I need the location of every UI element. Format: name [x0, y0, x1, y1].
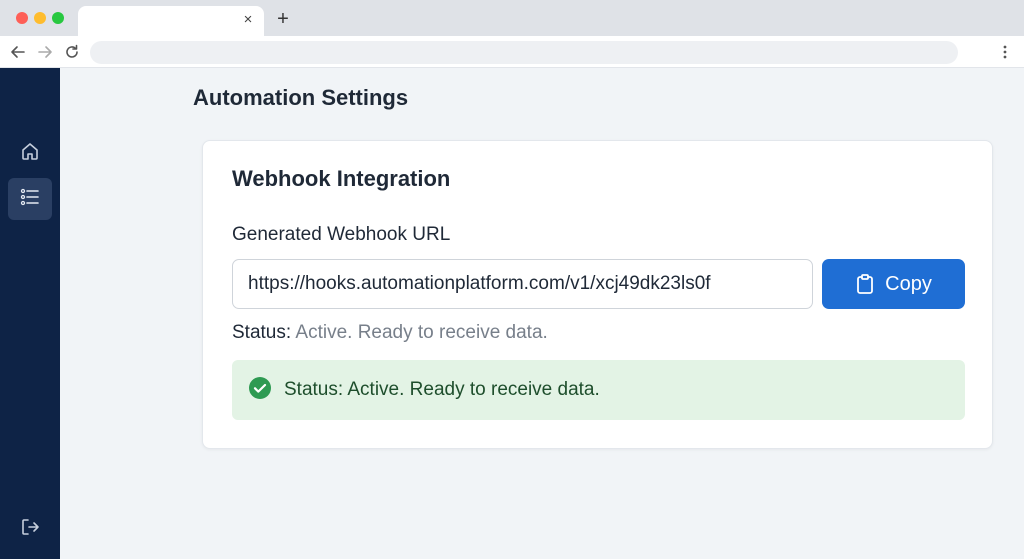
card-title: Webhook Integration [232, 166, 451, 191]
webhook-url-label: Generated Webhook URL [232, 224, 451, 245]
sidebar-item-logout[interactable] [8, 508, 52, 550]
tab-close-icon[interactable]: × [240, 12, 256, 28]
check-circle-icon [248, 376, 272, 405]
webhook-card: Webhook Integration Generated Webhook UR… [202, 140, 993, 449]
clipboard-icon [855, 273, 875, 295]
sidebar-item-home[interactable] [8, 132, 52, 174]
home-icon [19, 140, 41, 167]
forward-arrow-icon[interactable] [36, 43, 54, 61]
back-arrow-icon[interactable] [9, 43, 27, 61]
status-line: Status: Active. Ready to receive data. [232, 322, 548, 344]
reload-icon[interactable] [63, 43, 81, 61]
tab-strip: × + [0, 0, 1024, 36]
sidebar-item-list[interactable] [8, 178, 52, 220]
logout-icon [19, 516, 41, 543]
browser-toolbar [0, 36, 1024, 68]
list-icon [19, 186, 41, 213]
page-title: Automation Settings [193, 85, 409, 110]
more-vertical-icon[interactable] [996, 43, 1014, 61]
close-window-dot[interactable] [16, 12, 28, 24]
new-tab-icon[interactable]: + [274, 9, 292, 29]
alert-text: Status: Active. Ready to receive data. [284, 379, 600, 400]
status-alert: Status: Active. Ready to receive data. [232, 360, 965, 420]
minimize-window-dot[interactable] [34, 12, 46, 24]
browser-window: × + Automation Settings Webhook Integrat… [0, 0, 1024, 559]
status-key: Status: [232, 322, 292, 343]
maximize-window-dot[interactable] [52, 12, 64, 24]
address-bar[interactable] [90, 41, 958, 64]
webhook-url-field[interactable] [232, 259, 813, 309]
sidebar [0, 68, 60, 559]
copy-button-label: Copy [885, 272, 932, 295]
status-text: Active. Ready to receive data. [295, 322, 548, 343]
copy-button[interactable]: Copy [822, 259, 965, 309]
browser-tab[interactable]: × [78, 6, 264, 36]
main-content: Automation Settings Webhook Integration … [60, 68, 1024, 559]
